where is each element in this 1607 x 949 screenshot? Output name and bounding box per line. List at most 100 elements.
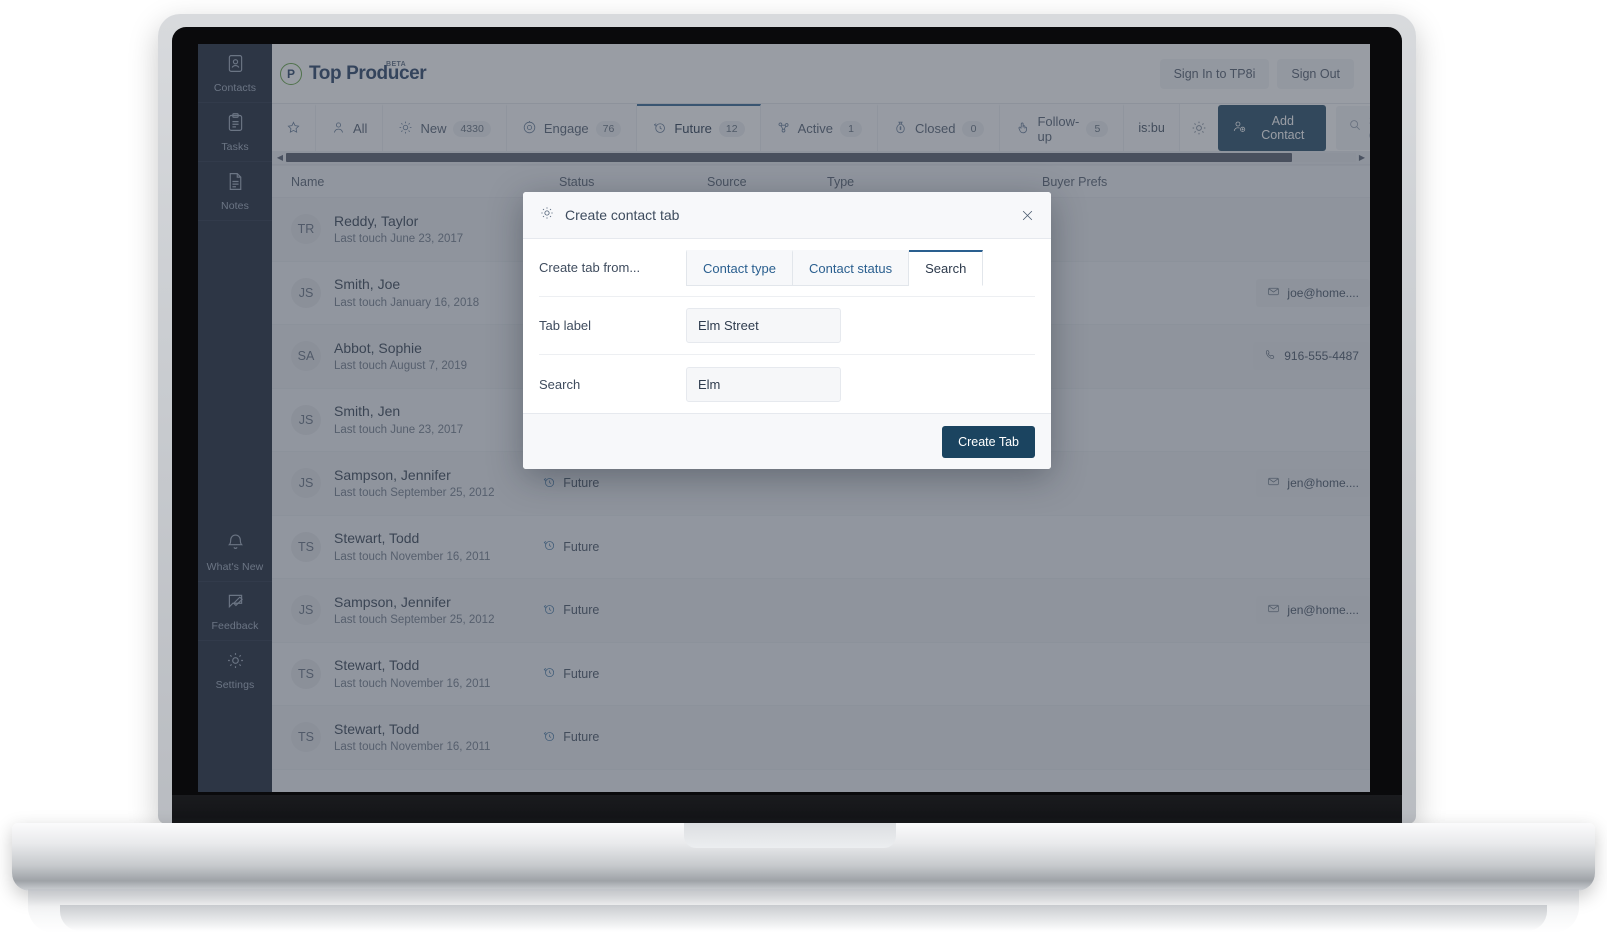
status-value: Future — [563, 539, 600, 554]
segment-contact-type[interactable]: Contact type — [686, 249, 793, 286]
column-header-source[interactable]: Source — [707, 175, 827, 189]
search-input[interactable] — [686, 366, 841, 402]
segment-contact-status[interactable]: Contact status — [793, 249, 910, 286]
scroll-right-arrow-icon[interactable]: ▶ — [1356, 153, 1368, 162]
tab-strip-actions: Add Contact Search contacts... — [1179, 104, 1370, 151]
name-block: Smith, Jen Last touch June 23, 2017 — [334, 401, 463, 438]
status-value: Future — [563, 603, 600, 618]
beta-badge: BETA — [386, 60, 407, 68]
sidebar-item-contacts[interactable]: Contacts — [198, 44, 272, 103]
search-placeholder: Search contacts... — [1369, 114, 1370, 142]
row-contact-cell: jen@home.... — [1183, 469, 1370, 498]
column-header-buyer-prefs[interactable]: Buyer Prefs — [1042, 175, 1242, 189]
tab-count: 0 — [962, 120, 985, 137]
name-block: Smith, Joe Last touch January 16, 2018 — [334, 274, 479, 311]
tab-label: All — [353, 121, 368, 136]
last-touch: Last touch January 16, 2018 — [334, 296, 480, 309]
clock-back-icon — [542, 538, 556, 555]
tab-active[interactable]: Active 1 — [760, 104, 879, 151]
mail-icon — [1267, 475, 1280, 491]
sign-out-button[interactable]: Sign Out — [1277, 58, 1354, 89]
clock-back-icon — [542, 602, 556, 619]
sidebar-item-feedback[interactable]: Feedback — [198, 582, 272, 641]
segment-search[interactable]: Search — [909, 249, 984, 286]
tab-future[interactable]: Future 12 — [637, 104, 761, 151]
avatar: TS — [291, 531, 321, 562]
name-block: Sampson, Jennifer Last touch September 2… — [334, 465, 494, 502]
avatar: TS — [291, 658, 321, 689]
table-row[interactable]: TS Stewart, Todd Last touch November 16,… — [272, 516, 1370, 579]
tab-follow-up[interactable]: Follow-up 5 — [1000, 104, 1125, 151]
avatar: TS — [291, 722, 321, 753]
sidebar-item-whats-new[interactable]: What's New — [198, 523, 272, 582]
modal-title: Create contact tab — [565, 207, 680, 223]
close-icon[interactable] — [1020, 208, 1035, 223]
left-sidebar: Contacts Tasks Notes What's New Feedback… — [198, 44, 272, 792]
email-chip[interactable]: jen@home.... — [1256, 469, 1370, 498]
scroll-left-arrow-icon[interactable]: ◀ — [274, 153, 286, 162]
avatar: JS — [291, 277, 321, 308]
table-row[interactable]: JS Sampson, Jennifer Last touch Septembe… — [272, 579, 1370, 643]
logo-mark-icon: P — [280, 62, 302, 85]
column-header-status[interactable]: Status — [559, 175, 707, 189]
email-value: joe@home.... — [1287, 285, 1359, 300]
scrollbar-track[interactable] — [286, 153, 1356, 162]
last-touch: Last touch November 16, 2011 — [334, 550, 491, 563]
tab-favorites[interactable] — [272, 104, 316, 151]
table-row[interactable]: TS Stewart, Todd Last touch November 16,… — [272, 706, 1370, 770]
tab-label-input[interactable] — [686, 308, 841, 343]
contact-name: Stewart, Todd — [334, 657, 420, 674]
add-contact-label: Add Contact — [1261, 113, 1305, 142]
name-block: Reddy, Taylor Last touch June 23, 2017 — [334, 211, 463, 248]
avatar: JS — [291, 404, 321, 435]
sidebar-label: Settings — [215, 679, 255, 691]
column-header-name[interactable]: Name — [291, 175, 559, 189]
sign-in-button[interactable]: Sign In to TP8i — [1159, 58, 1270, 89]
column-header-type[interactable]: Type — [827, 175, 1042, 189]
tab-label-label: Tab label — [539, 318, 592, 333]
tab-label-row: Tab label — [539, 297, 1035, 355]
search-contacts-input[interactable]: Search contacts... — [1335, 105, 1370, 150]
header-actions: Sign In to TP8i Sign Out — [1159, 58, 1354, 89]
scrollbar-thumb[interactable] — [286, 153, 1292, 162]
tab-truncated-search[interactable]: is:bu — [1124, 104, 1180, 151]
horizontal-scrollbar[interactable]: ◀ ▶ — [272, 151, 1370, 165]
tab-engage[interactable]: Engage 76 — [506, 104, 638, 151]
sidebar-label: Notes — [221, 199, 249, 212]
add-person-icon — [1232, 119, 1247, 137]
tab-new[interactable]: New 4330 — [383, 104, 507, 151]
modal-header: Create contact tab — [523, 192, 1051, 239]
tab-settings-gear-icon[interactable] — [1190, 119, 1208, 137]
row-status-cell: Future — [542, 602, 681, 619]
email-chip[interactable]: jen@home.... — [1256, 596, 1370, 625]
contact-name: Sampson, Jennifer — [334, 593, 451, 610]
row-contact-cell: joe@home.... — [1183, 278, 1370, 307]
sidebar-label: Contacts — [213, 81, 257, 94]
tab-label: Follow-up — [1037, 113, 1080, 144]
add-contact-button[interactable]: Add Contact — [1217, 104, 1326, 151]
top-header-bar: P Top Producer BETA Sign In to TP8i Sign… — [272, 44, 1370, 104]
name-block: Sampson, Jennifer Last touch September 2… — [334, 592, 494, 629]
modal-footer: Create Tab — [523, 413, 1051, 469]
email-value: jen@home.... — [1287, 603, 1359, 618]
tab-closed[interactable]: Closed 0 — [878, 104, 1001, 151]
avatar: JS — [291, 468, 321, 499]
phone-chip[interactable]: 916-555-4487 — [1253, 342, 1370, 371]
tab-all[interactable]: All — [316, 104, 384, 151]
name-block: Stewart, Todd Last touch November 16, 20… — [334, 655, 490, 692]
moneybag-icon — [893, 120, 908, 138]
phone-icon — [1264, 348, 1277, 364]
contact-name: Stewart, Todd — [334, 720, 420, 737]
sidebar-item-settings[interactable]: Settings — [198, 641, 272, 700]
table-row[interactable]: TS Stewart, Todd Last touch November 16,… — [272, 643, 1370, 706]
avatar: TR — [291, 214, 321, 245]
sidebar-label: What's New — [206, 560, 264, 573]
create-tab-button[interactable]: Create Tab — [942, 425, 1035, 458]
sidebar-item-notes[interactable]: Notes — [198, 162, 272, 221]
create-tab-from-row: Create tab from... Contact type Contact … — [539, 239, 1035, 297]
email-chip[interactable]: joe@home.... — [1256, 278, 1370, 307]
row-name-cell: JS Sampson, Jennifer Last touch Septembe… — [291, 465, 542, 502]
document-icon — [225, 171, 246, 197]
sidebar-item-tasks[interactable]: Tasks — [198, 103, 272, 162]
avatar: SA — [291, 341, 321, 372]
